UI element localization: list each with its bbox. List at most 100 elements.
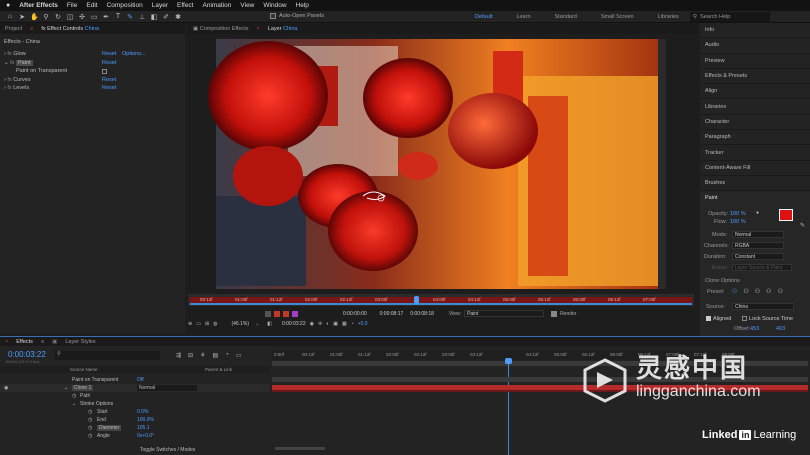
menu-help[interactable]: Help [296,2,309,9]
timeline-row-paint-on-transparent[interactable]: Paint on Transparent Off [0,376,270,384]
panel-paragraph[interactable]: Paragraph [700,130,810,146]
erase-dropdown[interactable]: Layer Source & Paint [732,264,792,271]
show-snapshot-icon[interactable]: ✣ [318,321,322,327]
current-time-readout[interactable]: 0:00:03:22 [282,321,306,327]
type-tool-icon[interactable]: T [114,13,122,21]
timeline-row-stroke-options[interactable]: ⌄ Stroke Options [0,400,270,408]
timeline-row-angle[interactable]: ◷ Angle 0x+0.0° [0,432,270,440]
toggle-switches-modes[interactable]: Toggle Switches / Modes [140,447,195,453]
parent-link-column[interactable]: Parent & Link [205,367,232,372]
zoom-slider[interactable] [275,447,325,450]
tab-layer[interactable]: Layer China [268,26,298,32]
frame-blending-icon[interactable]: ▤ [212,352,218,359]
tab-project[interactable]: Project [5,26,22,32]
row-property-value[interactable]: Off [137,377,144,383]
stopwatch-icon[interactable]: ◷ [88,433,92,439]
clone-preset-4-icon[interactable]: ⚇ [766,288,771,295]
channel-icon[interactable]: ◐ [326,321,329,327]
menu-animation[interactable]: Animation [203,2,232,9]
workspace-small-screen[interactable]: Small Screen [589,14,646,20]
aligned-checkbox[interactable] [706,316,711,321]
flow-value[interactable]: 100 % [730,219,746,225]
auto-open-panels[interactable]: Auto-Open Panels [270,13,324,19]
effect-row-paint[interactable]: ⌄ fx Paint Reset [4,59,185,68]
source-name-column[interactable]: Source Name [70,367,98,372]
eyedropper-icon[interactable]: ✎ [800,222,805,229]
brush-tool-icon[interactable]: ✎ [126,13,134,21]
layer-viewer[interactable] [188,36,694,291]
lock-source-time-checkbox[interactable] [742,316,747,321]
panel-character[interactable]: Character [700,115,810,131]
menu-file[interactable]: File [67,2,77,9]
out-time-readout[interactable]: 0:00:08:17 [380,311,404,317]
workspace-standard[interactable]: Standard [543,14,589,20]
reset-button[interactable]: Reset [102,60,116,66]
rectangle-tool-icon[interactable]: ▭ [90,13,98,21]
effect-row-glow[interactable]: › fx Glow Reset Options... [4,50,185,59]
set-out-icon[interactable] [283,310,289,317]
reset-exposure-icon[interactable]: ◔ [351,321,354,327]
timeline-row-path[interactable]: ◷ Path [0,392,270,400]
clone-preset-1-icon[interactable]: ⚇ [732,288,737,295]
label-color-icon[interactable] [292,310,298,317]
duration-dropdown[interactable]: Constant [732,253,784,260]
panel-align[interactable]: Align [700,84,810,100]
comp-flowchart-icon[interactable]: ⇶ [176,352,181,359]
foreground-color-swatch[interactable] [779,209,793,221]
hand-tool-icon[interactable]: ✋ [30,13,39,21]
zoom-tool-icon[interactable]: ⚲ [42,13,50,21]
draft-3d-icon[interactable]: ⊟ [188,352,193,359]
panel-audio[interactable]: Audio [700,38,810,54]
panel-preview[interactable]: Preview [700,54,810,69]
row-property-value[interactable]: 0x+0.0° [137,433,154,439]
close-icon[interactable]: × [5,339,8,345]
effect-row-curves[interactable]: › fx Curves Reset [4,76,185,85]
rotate-tool-icon[interactable]: ↻ [54,13,62,21]
monitor-icon[interactable]: ▭ [196,321,201,327]
effect-row-levels[interactable]: › fx Levels Reset [4,84,185,93]
source-dropdown[interactable]: China [732,303,794,310]
row-property-value[interactable]: 105.1 [137,425,150,431]
timeline-row-clone-1[interactable]: ◉ ⌄ Clone 1 Normal [0,384,270,392]
camera-tool-icon[interactable]: ◫ [66,13,74,21]
expand-arrow-icon[interactable]: ⌄ [64,385,68,391]
layer-time-ruler[interactable]: 00:12f 01:00f 01:12f 02:00f 02:12f 03:00… [188,294,694,306]
timeline-current-time[interactable]: 0:00:03:22 [8,350,46,359]
paint-on-transparent-checkbox[interactable] [102,69,107,74]
clone-preset-2-icon[interactable]: ⚇ [743,288,748,295]
offset-y-value[interactable]: 403 [776,326,785,332]
reset-button[interactable]: Reset [102,85,116,91]
close-icon[interactable]: × [257,26,260,32]
stopwatch-icon[interactable]: ◷ [88,417,92,423]
menu-effect[interactable]: Effect [177,2,194,9]
row-property-value[interactable]: 0.0% [137,409,148,415]
auto-open-checkbox[interactable] [270,13,276,19]
in-time-readout[interactable]: 0:00:00:00 [343,311,367,317]
menu-icon[interactable]: ≡ [41,339,44,345]
timeline-row-end[interactable]: ◷ End 100.0% [0,416,270,424]
blend-mode-dropdown[interactable]: Normal [137,385,197,391]
snapshot-icon[interactable]: ◉ [310,321,314,327]
clone-stamp-tool-icon[interactable]: ⊥ [138,13,146,21]
clone-preset-3-icon[interactable]: ⚇ [755,288,760,295]
stopwatch-icon[interactable]: ◷ [88,425,92,431]
shy-layers-icon[interactable]: ⚘ [200,352,205,359]
tab-effect-controls[interactable]: fx Effect Controls China [41,26,99,32]
brush-tip-icon[interactable]: ● [756,210,759,216]
marker-icon[interactable] [274,310,280,317]
eye-icon[interactable]: ◉ [4,385,8,391]
menu-view[interactable]: View [240,2,254,9]
timeline-row-diameter[interactable]: ◷ Diameter 105.1 [0,424,270,432]
timeline-row-start[interactable]: ◷ Start 0.0% [0,408,270,416]
tab-layer-styles[interactable]: Layer Styles [65,339,95,345]
apple-icon[interactable]: ● [6,2,10,9]
timeline-search-input[interactable]: ⚲ [55,351,160,360]
panel-content-aware-fill[interactable]: Content-Aware Fill [700,161,810,176]
stopwatch-icon[interactable]: ◷ [88,409,92,415]
expand-arrow-icon[interactable]: ⌄ [72,401,76,407]
tab-composition[interactable]: ▣ Composition Effects [193,26,249,32]
panel-brushes[interactable]: Brushes [700,176,810,192]
grid-icon[interactable]: ⊞ [205,321,209,327]
menu-layer[interactable]: Layer [152,2,168,9]
magnify-icon[interactable]: ⊕ [188,321,192,327]
